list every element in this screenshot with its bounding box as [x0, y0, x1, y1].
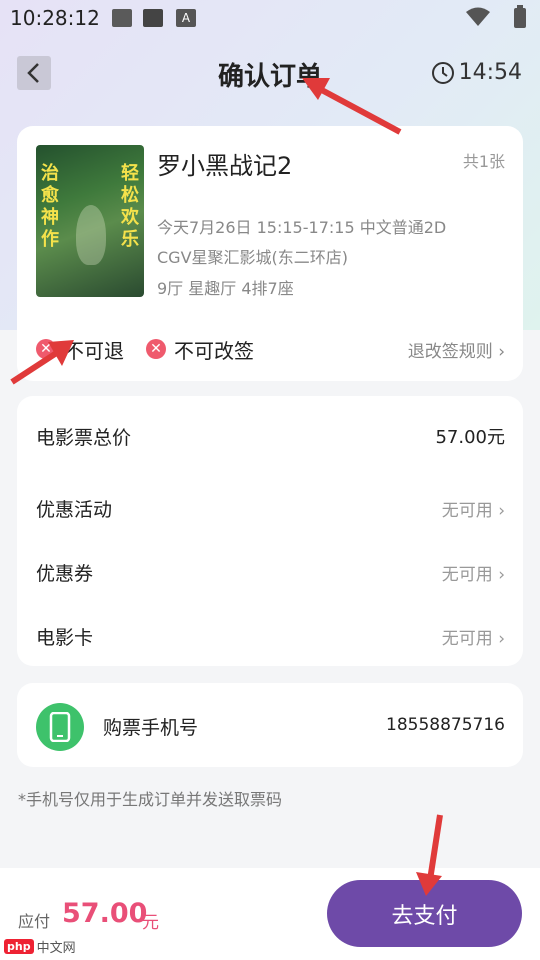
pay-label: 应付	[18, 912, 51, 931]
movie-card: 治愈神作 轻松欢乐 罗小黑战记2 共1张 今天7月26日 15:15-17:15…	[17, 126, 523, 381]
chevron-right-icon: ›	[498, 500, 505, 521]
bottom-bar: 应付 57.00 元 去支付 php 中文网	[0, 868, 540, 960]
movie-card-row[interactable]: 电影卡 无可用 ›	[36, 616, 505, 656]
row-label: 电影卡	[36, 626, 94, 649]
policy-label: 不可改签	[174, 338, 254, 363]
movie-card-value: 无可用 ›	[441, 628, 505, 649]
pay-button[interactable]: 去支付	[327, 880, 522, 947]
countdown-timer: 14:54	[431, 60, 522, 85]
battery-icon	[514, 5, 526, 28]
poster-text-left: 治愈神作	[41, 163, 59, 250]
price-card: 电影票总价 57.00元 优惠活动 无可用 › 优惠券 无可用 › 电影卡 无可…	[17, 396, 523, 666]
x-circle-icon: ✕	[146, 339, 166, 359]
status-time: 10:28:12	[10, 6, 100, 30]
phone-card: 购票手机号 18558875716	[17, 683, 523, 767]
coupon-row[interactable]: 优惠券 无可用 ›	[36, 552, 505, 592]
watermark: php 中文网	[4, 937, 76, 956]
ticket-count: 共1张	[462, 152, 505, 171]
row-label: 优惠券	[36, 562, 94, 585]
seat-info: 9厅 星趣厅 4排7座	[157, 279, 294, 298]
chevron-right-icon: ›	[498, 341, 505, 362]
promotion-value: 无可用 ›	[441, 500, 505, 521]
policy-no-refund: ✕ 不可退	[36, 335, 124, 364]
phone-number[interactable]: 18558875716	[386, 715, 505, 735]
total-price-value: 57.00元	[435, 427, 505, 448]
poster-text-right: 轻松欢乐	[121, 163, 139, 250]
phone-icon	[36, 703, 84, 751]
chevron-right-icon: ›	[498, 628, 505, 649]
poster-figure	[76, 205, 106, 265]
watermark-logo: php	[4, 939, 34, 954]
coupon-value: 无可用 ›	[441, 564, 505, 585]
total-price-row: 电影票总价 57.00元	[36, 416, 505, 456]
showtime: 今天7月26日 15:15-17:15 中文普通2D	[157, 218, 447, 237]
watermark-text: 中文网	[36, 941, 76, 956]
phone-label: 购票手机号	[103, 717, 199, 739]
pay-unit: 元	[142, 913, 159, 933]
phone-note: *手机号仅用于生成订单并发送取票码	[18, 790, 283, 809]
policy-no-change: ✕ 不可改签	[146, 335, 254, 364]
policy-label: 不可退	[64, 338, 124, 363]
row-label: 优惠活动	[36, 498, 113, 521]
clock-icon	[431, 61, 454, 84]
refund-rules-link[interactable]: 退改签规则 ›	[408, 337, 505, 362]
status-bar: 10:28:12 A	[0, 0, 540, 36]
a-icon: A	[176, 9, 196, 27]
refund-policy-row: ✕ 不可退 ✕ 不可改签 退改签规则 ›	[36, 334, 505, 364]
wifi-icon	[466, 7, 490, 26]
movie-poster: 治愈神作 轻松欢乐	[36, 145, 144, 297]
header: 确认订单 14:54	[0, 50, 540, 98]
cinema-name: CGV星聚汇影城(东二环店)	[157, 248, 349, 267]
square-icon	[143, 9, 163, 27]
chevron-right-icon: ›	[498, 564, 505, 585]
countdown-value: 14:54	[458, 60, 522, 85]
movie-title: 罗小黑战记2	[157, 152, 293, 180]
promotion-row[interactable]: 优惠活动 无可用 ›	[36, 488, 505, 528]
rules-link-label: 退改签规则	[407, 341, 493, 362]
x-circle-icon: ✕	[36, 339, 56, 359]
pay-amount: 57.00	[62, 898, 148, 929]
image-icon	[112, 9, 132, 27]
row-label: 电影票总价	[36, 426, 132, 449]
